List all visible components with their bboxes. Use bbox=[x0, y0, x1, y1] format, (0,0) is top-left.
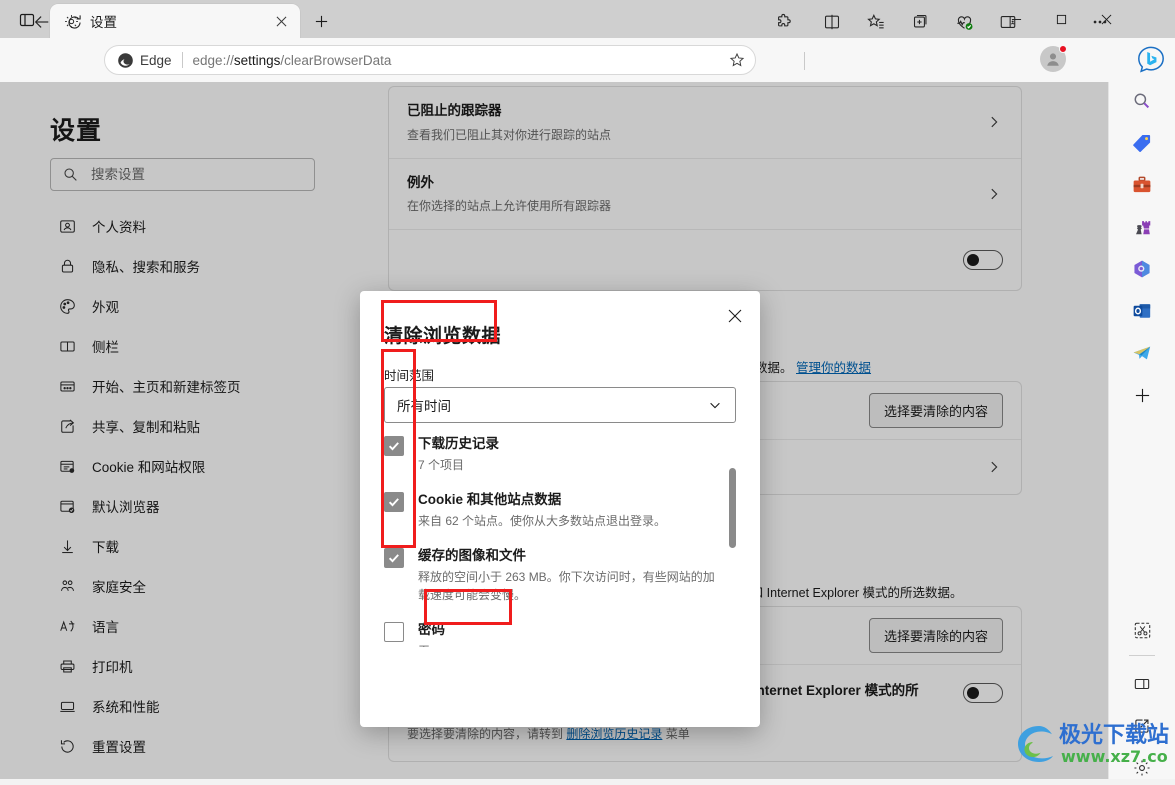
back-button[interactable] bbox=[28, 8, 56, 36]
edge-brand-label: Edge bbox=[140, 52, 172, 68]
games-icon[interactable] bbox=[1125, 210, 1159, 244]
clear-browsing-data-dialog: 清除浏览数据 时间范围 所有时间 下载历史记录 7 个项目 Cookie 和其他… bbox=[360, 291, 760, 727]
chevron-down-icon bbox=[705, 395, 725, 415]
edge-icon bbox=[118, 52, 133, 68]
browser-essentials-icon[interactable] bbox=[950, 8, 978, 36]
split-view-icon[interactable] bbox=[1125, 667, 1159, 701]
list-item[interactable]: Cookie 和其他站点数据 来自 62 个站点。使你从大多数站点退出登录。 bbox=[384, 491, 736, 531]
ellipsis-icon[interactable] bbox=[1086, 8, 1114, 36]
data-types-list[interactable]: 下载历史记录 7 个项目 Cookie 和其他站点数据 来自 62 个站点。使你… bbox=[384, 435, 736, 647]
omnibox-divider bbox=[181, 52, 183, 68]
search-icon[interactable] bbox=[1125, 84, 1159, 118]
address-bar[interactable]: Edge edge://settings/clearBrowserData bbox=[104, 45, 756, 75]
list-item-title: Cookie 和其他站点数据 bbox=[418, 491, 562, 507]
split-screen-icon[interactable] bbox=[818, 8, 846, 36]
list-item[interactable]: 下载历史记录 7 个项目 bbox=[384, 435, 736, 475]
list-item[interactable]: 缓存的图像和文件 释放的空间小于 263 MB。你下次访问时，有些网站的加载速度… bbox=[384, 547, 736, 605]
settings-page: 设置 个人资料 隐私、搜索和服务 外观 bbox=[0, 82, 1108, 779]
time-range-label: 时间范围 bbox=[384, 369, 435, 383]
bing-copilot-icon[interactable] bbox=[1135, 44, 1167, 76]
tools-icon[interactable] bbox=[1125, 168, 1159, 202]
dialog-list-scrollbar[interactable] bbox=[729, 463, 736, 647]
plus-icon[interactable] bbox=[1125, 378, 1159, 412]
new-tab-button[interactable] bbox=[308, 8, 334, 34]
window-maximize-button[interactable] bbox=[1039, 0, 1084, 38]
add-to-collections-icon[interactable] bbox=[906, 8, 934, 36]
list-item-subtitle: 7 个项目 bbox=[418, 458, 465, 473]
puzzle-icon[interactable] bbox=[770, 8, 798, 36]
collections-icon[interactable] bbox=[862, 8, 890, 36]
shopping-tag-icon[interactable] bbox=[1125, 126, 1159, 160]
close-icon[interactable] bbox=[720, 301, 750, 331]
site-watermark: 极光下载站 www.xz7.com bbox=[999, 718, 1175, 775]
copilot-sidebar-icon[interactable] bbox=[994, 8, 1022, 36]
list-item-title: 缓存的图像和文件 bbox=[418, 547, 526, 563]
time-range-select[interactable]: 所有时间 bbox=[384, 387, 736, 423]
toolbar-divider bbox=[804, 52, 805, 70]
list-item-title: 下载历史记录 bbox=[418, 436, 499, 451]
star-icon[interactable] bbox=[725, 48, 749, 72]
edge-sidebar-rail bbox=[1108, 82, 1175, 779]
list-item-subtitle: 无 bbox=[418, 642, 445, 647]
list-item[interactable]: 密码 无 bbox=[384, 621, 736, 647]
refresh-button[interactable] bbox=[60, 8, 88, 36]
checkbox-cookies[interactable] bbox=[384, 491, 404, 512]
time-range-value: 所有时间 bbox=[397, 399, 451, 414]
svg-text:极光下载站: 极光下载站 bbox=[1059, 722, 1169, 748]
profile-avatar[interactable] bbox=[1040, 45, 1067, 72]
browser-window: 设置 Edge edge://settings/clearBrowserData… bbox=[0, 0, 1175, 779]
checkbox-cached-images[interactable] bbox=[384, 547, 404, 568]
snip-icon[interactable] bbox=[1125, 613, 1159, 647]
dialog-list-scroll-thumb[interactable] bbox=[729, 468, 736, 548]
outlook-icon[interactable] bbox=[1125, 294, 1159, 328]
list-item-subtitle: 释放的空间小于 263 MB。你下次访问时，有些网站的加载速度可能会变慢。 bbox=[418, 569, 715, 603]
rail-divider bbox=[1129, 655, 1155, 656]
dialog-title: 清除浏览数据 bbox=[384, 326, 502, 347]
svg-text:www.xz7.com: www.xz7.com bbox=[1061, 747, 1169, 766]
checkbox-download-history[interactable] bbox=[384, 436, 404, 456]
url-text[interactable]: edge://settings/clearBrowserData bbox=[193, 53, 725, 68]
list-item-subtitle: 来自 62 个站点。使你从大多数站点退出登录。 bbox=[418, 514, 667, 529]
profile-notification-dot bbox=[1059, 45, 1067, 53]
microsoft365-icon[interactable] bbox=[1125, 252, 1159, 286]
list-item-title: 密码 bbox=[418, 622, 445, 638]
checkbox-passwords[interactable] bbox=[384, 622, 404, 643]
tab-close-icon[interactable] bbox=[270, 10, 292, 32]
telegram-icon[interactable] bbox=[1125, 336, 1159, 370]
edge-brand: Edge bbox=[117, 52, 172, 69]
tab-title: 设置 bbox=[90, 15, 117, 30]
